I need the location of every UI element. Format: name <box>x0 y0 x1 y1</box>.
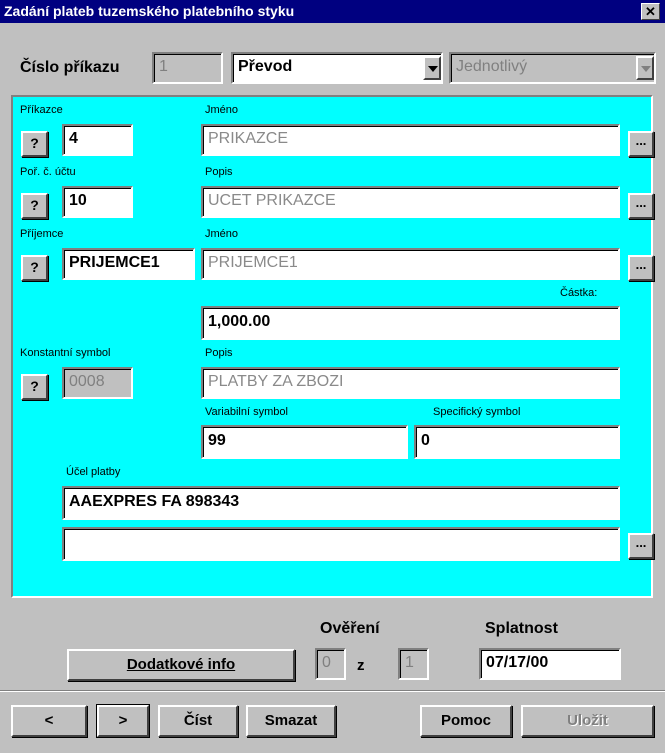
smazat-button[interactable]: Smazat <box>246 705 336 737</box>
ulozit-button: Uložit <box>521 705 654 737</box>
ucel-line2-field[interactable] <box>62 527 620 561</box>
prijemce-field[interactable]: PRIJEMCE1 <box>62 248 195 280</box>
chevron-down-icon <box>636 56 654 80</box>
konst-popis-field: PLATBY ZA ZBOZI <box>201 367 620 399</box>
ucet-more-button[interactable]: ... <box>628 193 654 219</box>
ucel-line1-field[interactable]: AAEXPRES FA 898343 <box>62 486 620 520</box>
prijemce-more-button[interactable]: ... <box>628 255 654 281</box>
castka-label: Částka: <box>560 287 598 299</box>
dodatkove-info-label: Dodatkové info <box>126 656 236 673</box>
var-symbol-label: Variabilní symbol <box>205 406 288 418</box>
pomoc-button[interactable]: Pomoc <box>420 705 512 737</box>
prev-button[interactable]: < <box>11 705 87 737</box>
konst-symbol-label: Konstantní symbol <box>20 347 111 359</box>
chevron-down-icon[interactable] <box>423 56 441 80</box>
ucel-more-button[interactable]: ... <box>628 533 654 559</box>
splatnost-label: Splatnost <box>485 620 558 637</box>
prijemce-name-field: PRIJEMCE1 <box>201 248 620 280</box>
window-title: Zadání plateb tuzemského platebního styk… <box>0 0 665 23</box>
close-button[interactable]: ✕ <box>641 3 660 20</box>
cislo-prikazu-label: Číslo příkazu <box>20 59 120 76</box>
ucet-label: Poř. č. účtu <box>20 166 76 178</box>
konst-symbol-field: 0008 <box>62 367 133 399</box>
spec-symbol-label: Specifický symbol <box>433 406 521 418</box>
overeni-total-field: 1 <box>398 648 429 680</box>
cist-button[interactable]: Číst <box>158 705 238 737</box>
prikazce-lookup-button[interactable]: ? <box>21 131 48 157</box>
payment-mode-select: Jednotlivý <box>449 52 656 84</box>
prikazce-name-label: Jméno <box>205 104 239 116</box>
prikazce-more-button[interactable]: ... <box>628 131 654 157</box>
prikazce-field[interactable]: 4 <box>62 124 133 156</box>
ucet-lookup-button[interactable]: ? <box>21 193 48 219</box>
cislo-prikazu-field: 1 <box>152 52 223 84</box>
payment-type-select[interactable]: Převod <box>231 52 443 84</box>
konst-popis-label: Popis <box>205 347 233 359</box>
konst-lookup-button[interactable]: ? <box>21 374 48 400</box>
castka-field[interactable]: 1,000.00 <box>201 306 620 340</box>
splatnost-field[interactable]: 07/17/00 <box>479 648 621 680</box>
ucet-field[interactable]: 10 <box>62 186 133 218</box>
overeni-done-field: 0 <box>315 648 346 680</box>
spec-symbol-field[interactable]: 0 <box>414 425 620 459</box>
overeni-of-label: z <box>357 657 365 674</box>
ucet-popis-field: UCET PRIKAZCE <box>201 186 620 218</box>
ucet-popis-label: Popis <box>205 166 233 178</box>
prikazce-label: Příkazce <box>20 104 63 116</box>
prijemce-label: Příjemce <box>20 228 64 240</box>
prijemce-name-label: Jméno <box>205 228 239 240</box>
var-symbol-field[interactable]: 99 <box>201 425 408 459</box>
separator <box>0 690 665 692</box>
overeni-label: Ověření <box>320 620 380 637</box>
prijemce-lookup-button[interactable]: ? <box>21 255 48 281</box>
next-button[interactable]: > <box>96 704 150 738</box>
prikazce-name-field: PRIKAZCE <box>201 124 620 156</box>
dodatkove-info-button[interactable]: Dodatkové info <box>67 649 295 681</box>
ucel-label: Účel platby <box>66 466 121 478</box>
